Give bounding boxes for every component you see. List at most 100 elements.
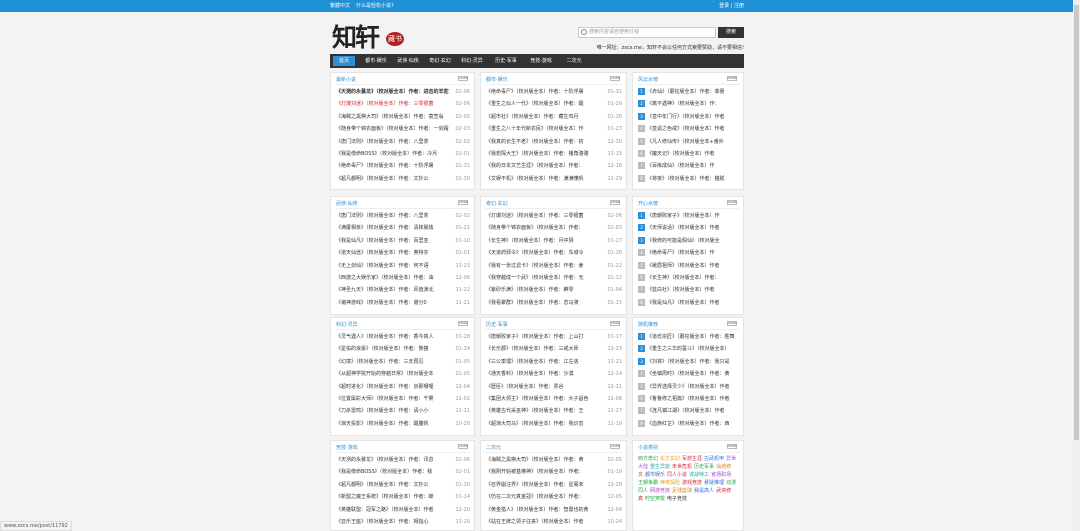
rank-item[interactable]: 3 《刘将》（校对版全本）作者：我只是 [638,357,740,368]
book-link[interactable]: 《我真的长生不老》（校对版全本）作者：初 [486,137,601,148]
book-link[interactable]: 《无上剑仙》（校对版全本）作者：何不语 [336,261,449,272]
book-link[interactable]: 《英雄联盟：冠军之路》（校对版全本）作者 [336,505,449,516]
book-link[interactable]: 《我刚开始被基佛神》（校对版全本）作者： [486,467,601,478]
rank-item[interactable]: 5 《凡人修仙传》（校对版全本+番外 [638,137,740,148]
category-tag[interactable]: 我是高人 [694,488,714,494]
traditional-chinese-link[interactable]: 繁體中文 [330,0,350,12]
panel-title[interactable]: 奇幻·玄幻 [486,200,508,207]
category-tag[interactable]: 军旅生涯 [682,456,702,462]
book-link[interactable]: 《演天投影》（校对版全本）作者：醒腹帆 [336,419,449,430]
book-link[interactable]: 《召界崩注界》（校对版全本）作者：星阁未 [486,480,601,491]
book-link[interactable]: 《我是仙凡》（校对版全本）作者：百里亚 [336,236,449,247]
book-link[interactable]: 《长乐郡》（校对版全本）作者：三戒大师 [486,344,601,355]
book-link[interactable]: 《仍在二次元真金冠》（校对版全本）作者： [486,492,601,503]
rank-item[interactable]: 6 《鲁鲁修之祖篇》（校对版全本）作者 [638,394,740,405]
book-link[interactable]: 《亚乐王座》（校对版全本）作者：拇指心 [336,517,449,528]
rank-item[interactable]: 6 《魔天记》（校对版全本）作者 [638,149,740,160]
more-button[interactable]: MORE [610,444,620,449]
book-link[interactable]: 《紫砂乐满》（校对版全本）作者：麒零 [486,285,601,296]
rank-item[interactable]: 1 《道氏宗匠》（蘑挖版全本）作者：胜舞 [638,332,740,343]
panel-title[interactable]: 风云水榜 [638,76,658,83]
book-link[interactable]: 《诸神游戏》（校对版全本）作者：谢分0 [336,298,449,309]
about-link[interactable]: 什么是轻松小说? [356,0,394,12]
more-button[interactable]: MORE [727,321,737,326]
book-link[interactable]: 《刀杀雷鸣》（校对版全本）作者：请小小 [336,406,449,417]
book-link[interactable]: 《绝命毒尸》（校对版全本）作者：十阶浮屠 [486,87,601,98]
panel-title[interactable]: 竞技·游戏 [336,444,358,451]
book-link[interactable]: 《道天仙途》（校对版全本）作者：奥特亦 [336,248,449,259]
category-tag[interactable]: 官场职场 [711,472,731,478]
rank-item[interactable]: 6 《长生神》（校对版全本）作者： [638,273,740,284]
book-link[interactable]: 《位置属彩大师》（校对版全本）作者：千雾 [336,394,449,405]
more-button[interactable]: MORE [610,200,620,205]
nav-item[interactable]: 武侠·仙侠 [393,56,423,66]
book-link[interactable]: 《西游之大娱乐家》（校对版全本）作者：油 [336,273,449,284]
rank-item[interactable]: 2 《天师说话》（校对版全本）作者 [638,223,740,234]
category-tag[interactable]: 东方玄幻 [660,456,680,462]
rank-item[interactable]: 3 《我修的可能是假仙》（校对版全 [638,236,740,247]
search-input[interactable]: 搜索内容请自使用分钱 [578,27,716,38]
nav-item[interactable]: 奇幻·玄幻 [425,56,455,66]
book-link[interactable]: 《灯爆刘迷》（校对版全本）作者：三零银菌 [336,99,449,110]
book-link[interactable]: 《歷臣》（校对版全本）作者：贾谷 [486,382,601,393]
book-link[interactable]: 《重生之八十年代新农民》（校对版全本）作 [486,124,601,135]
book-link[interactable]: 《星佑的浪豪》（校对版全本）作者：熊猫 [336,344,449,355]
book-link[interactable]: 《我穿越成一个武》（校对版全本）作者：无 [486,273,601,284]
category-tag[interactable]: 末世危机 [672,464,692,470]
book-link[interactable]: 《超凡都明》（校对版全本）作者：文抄公 [336,480,449,491]
book-link[interactable]: 《唐门法则》（校对版全本）作者：八里茶 [336,211,449,222]
more-button[interactable]: MORE [727,76,737,81]
panel-title[interactable]: 二次元 [486,444,501,451]
category-tag[interactable]: 古武机甲 [704,456,724,462]
rank-item[interactable]: 1 《赤仙》（蘑挖版全本）作者：菲惠 [638,87,740,98]
more-button[interactable]: MORE [727,444,737,449]
rank-item[interactable]: 4 《绝命毒尸》（校对版全本）作 [638,248,740,259]
book-link[interactable]: 《长生神》（校对版全本）作者：月中阴 [486,236,601,247]
nav-item[interactable]: 科幻·灵异 [457,56,487,66]
book-link[interactable]: 《超凡都明》（校对版全本）作者：文抄公 [336,174,449,185]
rank-item[interactable]: 2 《重生之三华的誓斗》（校对版全本） [638,344,740,355]
category-tag[interactable]: 悬疑推理 [704,480,724,486]
panel-title[interactable]: 历史·军事 [486,321,508,328]
rank-item[interactable]: 7 《蓝白社》（校对版全本）作者 [638,285,740,296]
search-button[interactable]: 搜索 [718,27,744,38]
rank-item[interactable]: 8 《将夜》（校对版全本）作者：猫腻 [638,174,740,185]
category-tag[interactable]: 神奇探险 [660,480,680,486]
book-link[interactable]: 《站在王牌之领子往来》（校对版全本）作者 [486,517,601,528]
category-tag[interactable]: 都市娱乐 [645,472,665,478]
category-tag[interactable]: 时空穿梭 [645,496,665,502]
panel-title[interactable]: 随机推荐 [638,321,658,328]
book-link[interactable]: 《超时进化》（校对版全本）作者：京那哪哩 [336,382,449,393]
book-link[interactable]: 《神圣九天》（校对版全本）作者：风值渊北 [336,285,449,296]
panel-title[interactable]: 都市·娱乐 [486,76,508,83]
book-link[interactable]: 《三公季理》（校对版全本）作者：江左洛 [486,357,601,368]
nav-item[interactable]: 历史·军事 [489,56,523,66]
book-link[interactable]: 《我有一张过滤卡》（校对版全本）作者：姜 [486,261,601,272]
rank-item[interactable]: 4 《皇逼之色戒》（校对版全本）作者 [638,124,740,135]
category-tag[interactable]: 电子竞技 [667,496,687,502]
rank-item[interactable]: 7 《连凡镇江湖》（校对版全本）作者 [638,406,740,417]
book-link[interactable]: 《满厦相亲》（校对版全本）作者：清抹晨烛 [336,223,449,234]
book-link[interactable]: 《幻境》（校对版全本）作者：三天再见 [336,357,449,368]
book-link[interactable]: 《灵气遇人》（校对版全本）作者：香今真人 [336,332,449,343]
rank-item[interactable]: 8 《血族红芷》（校对版全本）作者：西 [638,419,740,430]
category-tag[interactable]: 重生异能 [650,464,670,470]
book-link[interactable]: 《灯爆刘迷》（校对版全本）作者：三零银菌 [486,211,601,222]
panel-title[interactable]: 小说类别 [638,444,658,451]
category-tag[interactable]: 足球篮球 [672,488,692,494]
book-link[interactable]: 《超演大司马》（校对版全本）作者：我识音 [486,419,601,430]
category-tag[interactable]: 同人小说 [667,472,687,478]
book-link[interactable]: 《绝命毒尸》（校对版全本）作者：十阶浮屠 [336,161,449,172]
book-link[interactable]: 《黄金猎人》（校对版全本）作者：智置也的黄 [486,505,601,516]
rank-item[interactable]: 1 《唐朝败家子》（校对版全本）作 [638,211,740,222]
login-register-link[interactable]: 登录 | 注册 [719,0,744,12]
category-tag[interactable]: 网游竞技 [650,488,670,494]
rank-item[interactable]: 7 《百练成仙》（校对版全本）作 [638,161,740,172]
nav-item[interactable]: 都市·娱乐 [361,56,391,66]
book-link[interactable]: 《新盟之魔王系统》（校对版全本）作者：蝉 [336,492,449,503]
book-link[interactable]: 《重生之似人一代》（校对版全本）作者：醒 [486,99,601,110]
book-link[interactable]: 《唐朝败家子》（校对版全本）作者：上山打 [486,332,601,343]
book-link[interactable]: 《随身带个锦衣面板》（校对版全本）作者：一剑霜寒 [336,124,449,135]
rank-item[interactable]: 5 《异界选择灵少》（校对版全本）作者 [638,382,740,393]
book-link[interactable]: 《从超神学院开始的穿越日常》（校对版全本 [336,369,449,380]
